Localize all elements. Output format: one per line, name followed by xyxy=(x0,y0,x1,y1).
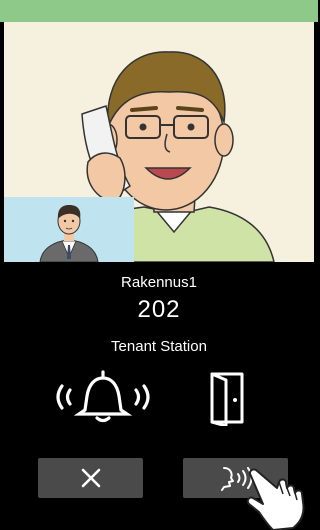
pointing-hand-icon xyxy=(246,468,305,530)
own-camera-preview xyxy=(4,197,134,262)
caller-building: Rakennus1 xyxy=(121,274,197,291)
close-icon xyxy=(81,468,100,488)
ringing-bell-icon xyxy=(56,370,150,423)
end-call-button[interactable] xyxy=(38,458,143,498)
caller-unit: 202 xyxy=(137,296,181,323)
door-icon xyxy=(210,372,244,426)
own-camera-image xyxy=(39,205,99,262)
caller-station-type: Tenant Station xyxy=(111,338,207,355)
status-bar xyxy=(0,0,318,22)
call-info-panel: Rakennus1 202 Tenant Station xyxy=(0,262,318,530)
